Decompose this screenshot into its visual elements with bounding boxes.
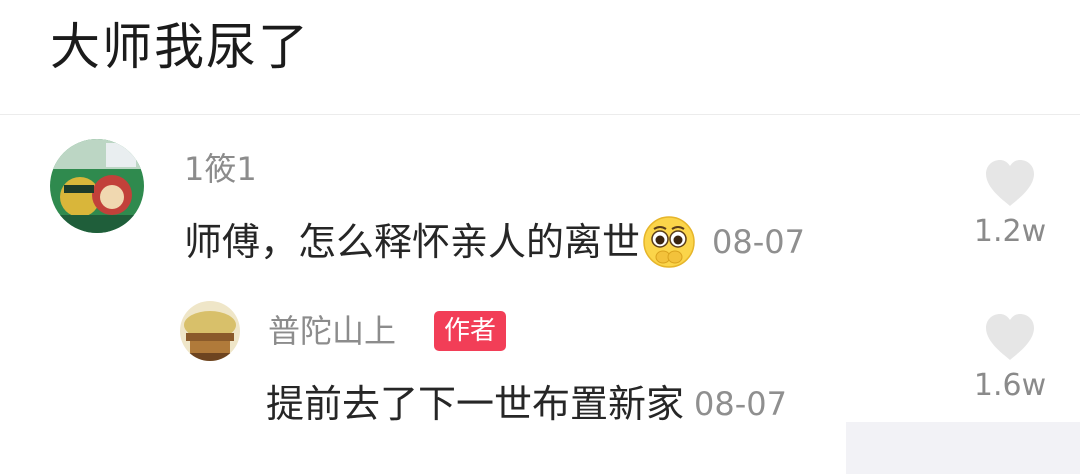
commenter-avatar[interactable] xyxy=(50,139,144,233)
comment-section: 1筱1 师傅，怎么释怀亲人的离世 08-07 1.2w 普陀山上 作者 提前去了… xyxy=(0,114,1080,460)
reply-like-count: 1.6w xyxy=(973,368,1047,403)
comment-date: 08-07 xyxy=(712,223,805,261)
like-button[interactable]: 1.2w xyxy=(960,157,1060,247)
author-name[interactable]: 普陀山上 xyxy=(268,315,396,347)
comment-text-row: 师傅，怎么释怀亲人的离世 08-07 xyxy=(184,215,805,269)
pleading-face-emoji-icon xyxy=(642,215,696,269)
heart-icon[interactable] xyxy=(960,157,1060,209)
author-badge: 作者 xyxy=(434,311,507,351)
commenter-name[interactable]: 1筱1 xyxy=(184,153,257,185)
heart-icon[interactable] xyxy=(960,311,1060,363)
reply-text: 提前去了下一世布置新家 xyxy=(266,382,685,426)
author-avatar[interactable] xyxy=(180,301,240,361)
comment-text: 师傅，怎么释怀亲人的离世 xyxy=(184,220,641,264)
reply-date: 08-07 xyxy=(694,385,787,423)
reply-text-row: 提前去了下一世布置新家 08-07 xyxy=(266,385,787,423)
reply-like-button[interactable]: 1.6w xyxy=(960,311,1060,401)
like-count: 1.2w xyxy=(973,214,1047,249)
background-patch xyxy=(846,422,1080,474)
post-title: 大师我尿了 xyxy=(50,18,310,76)
